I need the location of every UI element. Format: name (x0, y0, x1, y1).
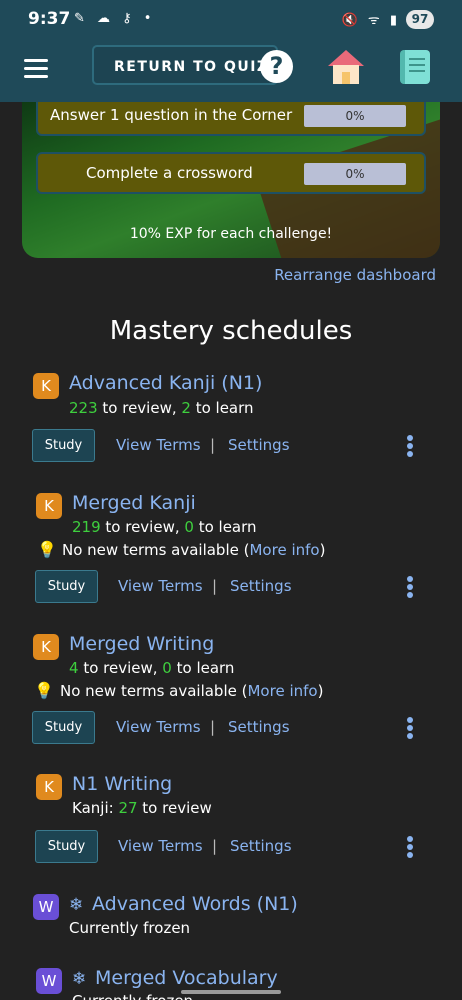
view-terms-link[interactable]: View Terms (116, 718, 201, 736)
view-terms-link[interactable]: View Terms (118, 577, 203, 595)
challenge-progress: 0% (304, 163, 406, 185)
schedule-counts: 223 to review, 2 to learn (69, 399, 254, 417)
menu-icon[interactable] (24, 59, 48, 79)
schedule-title[interactable]: Merged Kanji (72, 492, 196, 514)
more-info-link[interactable]: More info (249, 541, 319, 559)
challenge-crossword: Complete a crossword 0% (36, 152, 426, 194)
more-info-link[interactable]: More info (247, 682, 317, 700)
frozen-status: Currently frozen (72, 992, 193, 1000)
no-new-terms-note: No new terms available (More info) (62, 541, 326, 559)
schedule-title[interactable]: Merged Vocabulary (95, 967, 278, 989)
challenge-label: Answer 1 question in the Corner (50, 106, 293, 124)
challenge-corner: Answer 1 question in the Corner 0% (36, 102, 426, 136)
return-to-quiz-button[interactable]: RETURN TO QUIZ (92, 45, 278, 85)
exp-note: 10% EXP for each challenge! (129, 226, 333, 242)
section-title: Mastery schedules (109, 316, 353, 346)
schedule-title[interactable]: N1 Writing (72, 773, 172, 795)
settings-link[interactable]: Settings (228, 436, 290, 454)
settings-link[interactable]: Settings (230, 577, 292, 595)
kanji-badge: K (33, 634, 59, 660)
separator: | (212, 577, 218, 595)
view-terms-link[interactable]: View Terms (116, 436, 201, 454)
study-button[interactable]: Study (32, 429, 95, 462)
notification-icons: ✎ ☁ ⚷ • (74, 11, 156, 26)
system-icons: 🔇 ᯤ ▮ (341, 13, 400, 28)
kanji-badge: K (36, 774, 62, 800)
status-bar: 9:37 ✎ ☁ ⚷ • 🔇 ᯤ ▮ 97 (0, 0, 462, 40)
book-icon[interactable] (400, 50, 430, 84)
study-button[interactable]: Study (35, 830, 98, 863)
lightbulb-icon: 💡 (37, 540, 57, 559)
challenge-label: Complete a crossword (86, 164, 253, 182)
no-new-terms-note: No new terms available (More info) (60, 682, 324, 700)
help-icon[interactable]: ? (260, 50, 293, 83)
words-badge: W (33, 894, 59, 920)
more-options-icon[interactable] (407, 717, 413, 739)
challenge-banner: Answer 1 question in the Corner 0% Compl… (22, 102, 440, 258)
more-options-icon[interactable] (407, 435, 413, 457)
schedule-title[interactable]: Merged Writing (69, 633, 214, 655)
schedule-counts: 4 to review, 0 to learn (69, 659, 235, 677)
settings-link[interactable]: Settings (230, 837, 292, 855)
separator: | (212, 837, 218, 855)
snowflake-icon: ❄ (69, 895, 84, 915)
return-to-quiz-label: RETURN TO QUIZ (114, 59, 269, 75)
schedule-counts: 219 to review, 0 to learn (72, 518, 257, 536)
kanji-badge: K (33, 373, 59, 399)
separator: | (210, 718, 216, 736)
more-options-icon[interactable] (407, 576, 413, 598)
top-nav: RETURN TO QUIZ ? (0, 40, 462, 102)
schedule-title[interactable]: Advanced Kanji (N1) (69, 372, 262, 394)
home-icon[interactable] (326, 48, 366, 86)
separator: | (210, 436, 216, 454)
schedule-title[interactable]: Advanced Words (N1) (92, 893, 298, 915)
view-terms-link[interactable]: View Terms (118, 837, 203, 855)
challenge-progress: 0% (304, 105, 406, 127)
study-button[interactable]: Study (32, 711, 95, 744)
more-options-icon[interactable] (407, 836, 413, 858)
battery-icon: 97 (406, 10, 434, 29)
words-badge: W (36, 968, 62, 994)
gesture-bar[interactable] (181, 990, 281, 994)
status-time: 9:37 (28, 9, 71, 29)
kanji-badge: K (36, 493, 62, 519)
schedule-counts: Kanji: 27 to review (72, 799, 212, 817)
frozen-status: Currently frozen (69, 919, 191, 937)
rearrange-dashboard-link[interactable]: Rearrange dashboard (274, 266, 436, 284)
study-button[interactable]: Study (35, 570, 98, 603)
lightbulb-icon: 💡 (34, 681, 54, 700)
snowflake-icon: ❄ (72, 969, 87, 989)
settings-link[interactable]: Settings (228, 718, 290, 736)
